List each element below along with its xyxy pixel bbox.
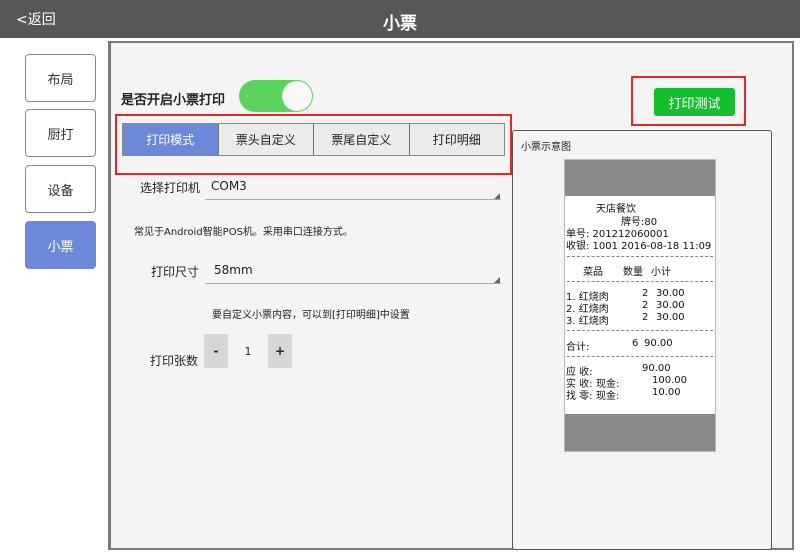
dropdown-arrow-icon <box>494 193 500 199</box>
printer-label: 选择打印机 <box>140 181 201 195</box>
receipt-item-qty: 2 <box>642 300 649 311</box>
copies-label: 打印张数 <box>150 354 199 368</box>
receipt-due-amount: 90.00 <box>642 363 671 374</box>
receipt-col-subtotal: 小计 <box>651 267 671 278</box>
copies-value[interactable]: 1 <box>228 334 268 368</box>
receipt-preview: 天店餐饮 牌号:80 单号: 201212060001 收银: 1001 201… <box>564 159 716 452</box>
receipt-bottom-bar <box>565 414 715 451</box>
decrement-button[interactable]: - <box>204 334 228 368</box>
dropdown-arrow-icon <box>494 277 500 283</box>
receipt-total-amount: 90.00 <box>644 338 673 349</box>
receipt-total-label: 合计: <box>566 342 590 353</box>
sidebar-item-kitchen-print[interactable]: 厨打 <box>25 109 96 157</box>
receipt-item-name: 3. 红烧肉 <box>566 316 609 327</box>
receipt-divider <box>567 256 713 257</box>
receipt-divider <box>567 330 713 331</box>
paper-size-label: 打印尺寸 <box>151 265 200 279</box>
receipt-item-qty: 2 <box>642 312 649 323</box>
receipt-divider <box>567 356 713 357</box>
printer-hint: 常见于Android智能POS机。采用串口连接方式。 <box>134 227 353 238</box>
toggle-knob <box>282 81 312 111</box>
receipt-item-qty: 2 <box>642 288 649 299</box>
receipt-item-price: 30.00 <box>656 312 685 323</box>
receipt-paid-amount: 100.00 <box>652 375 687 386</box>
print-test-button[interactable]: 打印测试 <box>654 88 735 116</box>
preview-title: 小票示意图 <box>521 142 571 153</box>
receipt-cashier: 收银: 1001 2016-08-18 11:09 <box>566 241 712 252</box>
print-toggle[interactable] <box>239 80 313 112</box>
paper-size-hint: 要自定义小票内容，可以到[打印明细]中设置 <box>212 310 410 321</box>
receipt-item-price: 30.00 <box>656 288 685 299</box>
receipt-change-amount: 10.00 <box>652 387 681 398</box>
receipt-divider <box>567 281 713 282</box>
sidebar-item-device[interactable]: 设备 <box>25 165 96 213</box>
receipt-change-method: 现金: <box>596 391 620 402</box>
tab-footer-custom[interactable]: 票尾自定义 <box>314 124 410 155</box>
paper-size-underline <box>205 283 501 284</box>
receipt-change-label: 找 零: <box>566 391 593 402</box>
tab-header-custom[interactable]: 票头自定义 <box>219 124 314 155</box>
print-toggle-label: 是否开启小票打印 <box>121 93 226 108</box>
receipt-col-dish: 菜品 <box>583 267 603 278</box>
increment-button[interactable]: + <box>268 334 292 368</box>
mode-tabs: 打印模式 票头自定义 票尾自定义 打印明细 <box>122 123 505 156</box>
receipt-item-price: 30.00 <box>656 300 685 311</box>
tab-print-details[interactable]: 打印明细 <box>410 124 505 155</box>
sidebar-item-receipt[interactable]: 小票 <box>25 221 96 269</box>
receipt-col-qty: 数量 <box>623 267 643 278</box>
receipt-total-qty: 6 <box>632 338 639 349</box>
printer-underline <box>205 199 501 200</box>
receipt-top-bar <box>565 160 715 196</box>
top-bar: <返回 小票 <box>0 0 800 38</box>
tab-print-mode[interactable]: 打印模式 <box>123 124 219 155</box>
paper-size-select[interactable]: 58mm <box>214 263 253 277</box>
copies-stepper: - 1 + <box>204 334 292 368</box>
sidebar-item-layout[interactable]: 布局 <box>25 54 96 102</box>
page-title: 小票 <box>383 14 417 34</box>
printer-select[interactable]: COM3 <box>211 179 247 193</box>
